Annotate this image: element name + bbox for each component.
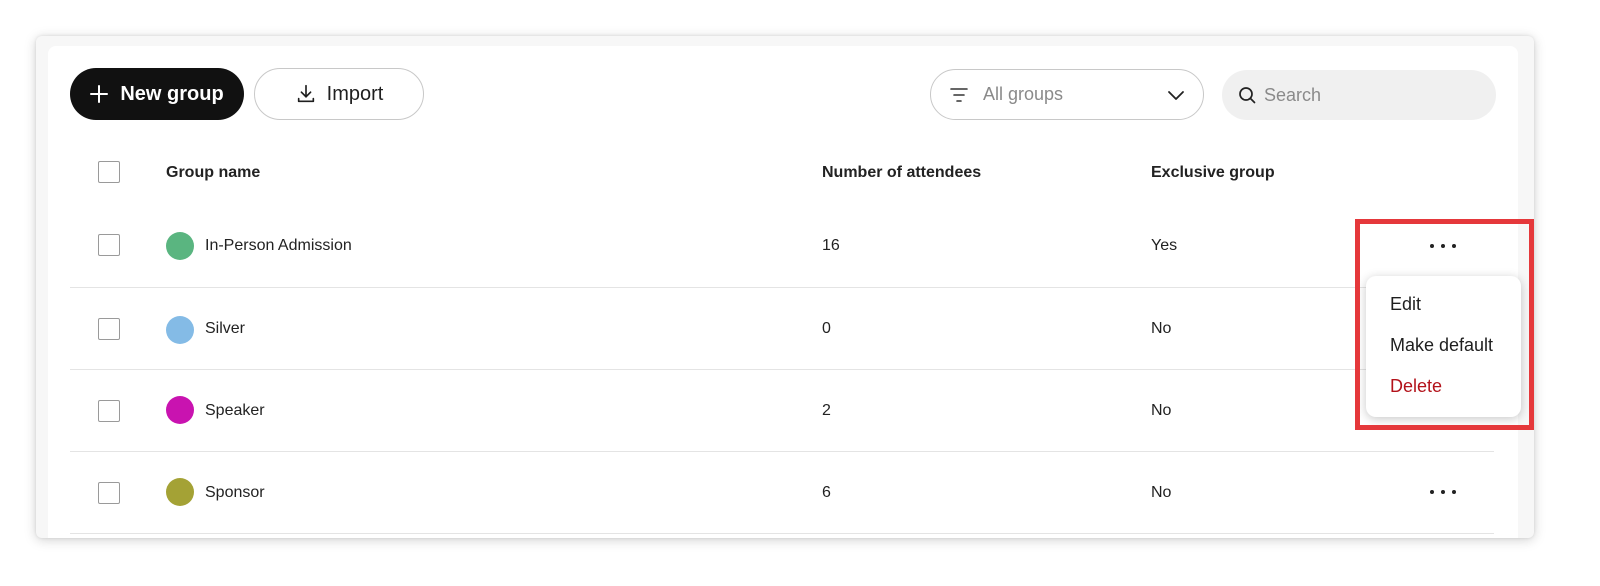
groups-panel: New group Import All groups Group name N… [48, 46, 1518, 538]
table-row[interactable]: Speaker 2 No [70, 370, 1494, 452]
more-options-icon[interactable] [1430, 482, 1456, 502]
group-name[interactable]: Speaker [205, 402, 265, 420]
group-color-dot [166, 232, 194, 260]
table-row[interactable]: Sponsor 6 No [70, 452, 1494, 534]
column-header-attendees[interactable]: Number of attendees [822, 164, 981, 182]
search-box[interactable] [1222, 70, 1496, 120]
search-input[interactable] [1264, 84, 1480, 106]
import-label: Import [326, 82, 384, 105]
group-color-dot [166, 396, 194, 424]
attendee-count: 6 [822, 484, 831, 501]
download-icon [297, 84, 314, 103]
group-name[interactable]: Silver [205, 320, 245, 338]
row-checkbox[interactable] [98, 318, 120, 340]
new-group-button[interactable]: New group [70, 68, 244, 120]
group-color-dot [166, 478, 194, 506]
group-filter-dropdown[interactable]: All groups [930, 69, 1204, 120]
more-options-icon[interactable] [1430, 236, 1456, 256]
row-checkbox[interactable] [98, 400, 120, 422]
exclusive-value: No [1151, 320, 1172, 337]
search-icon [1239, 87, 1256, 104]
group-color-dot [166, 316, 194, 344]
row-actions-menu: Edit Make default Delete [1366, 276, 1521, 417]
menu-item-edit[interactable]: Edit [1366, 284, 1521, 325]
exclusive-value: Yes [1151, 237, 1178, 254]
import-button[interactable]: Import [254, 68, 424, 120]
group-name[interactable]: In-Person Admission [205, 237, 352, 255]
menu-item-delete[interactable]: Delete [1366, 366, 1521, 407]
menu-item-make-default[interactable]: Make default [1366, 325, 1521, 366]
row-checkbox[interactable] [98, 234, 120, 256]
row-checkbox[interactable] [98, 482, 120, 504]
exclusive-value: No [1151, 484, 1172, 501]
group-name[interactable]: Sponsor [205, 484, 265, 502]
attendee-count: 0 [822, 320, 831, 337]
table-row[interactable]: In-Person Admission 16 Yes [70, 206, 1494, 288]
plus-icon [90, 85, 109, 103]
group-filter-value: All groups [983, 84, 1064, 104]
chevron-down-icon [1168, 90, 1184, 100]
filter-icon [950, 87, 968, 102]
column-header-exclusive[interactable]: Exclusive group [1151, 164, 1275, 182]
attendee-count: 2 [822, 402, 831, 419]
select-all-checkbox[interactable] [98, 161, 120, 183]
row-divider [70, 533, 1494, 534]
new-group-label: New group [120, 82, 224, 105]
table-row[interactable]: Silver 0 No [70, 288, 1494, 370]
column-header-group-name[interactable]: Group name [166, 164, 260, 182]
attendee-count: 16 [822, 237, 840, 254]
exclusive-value: No [1151, 402, 1172, 419]
